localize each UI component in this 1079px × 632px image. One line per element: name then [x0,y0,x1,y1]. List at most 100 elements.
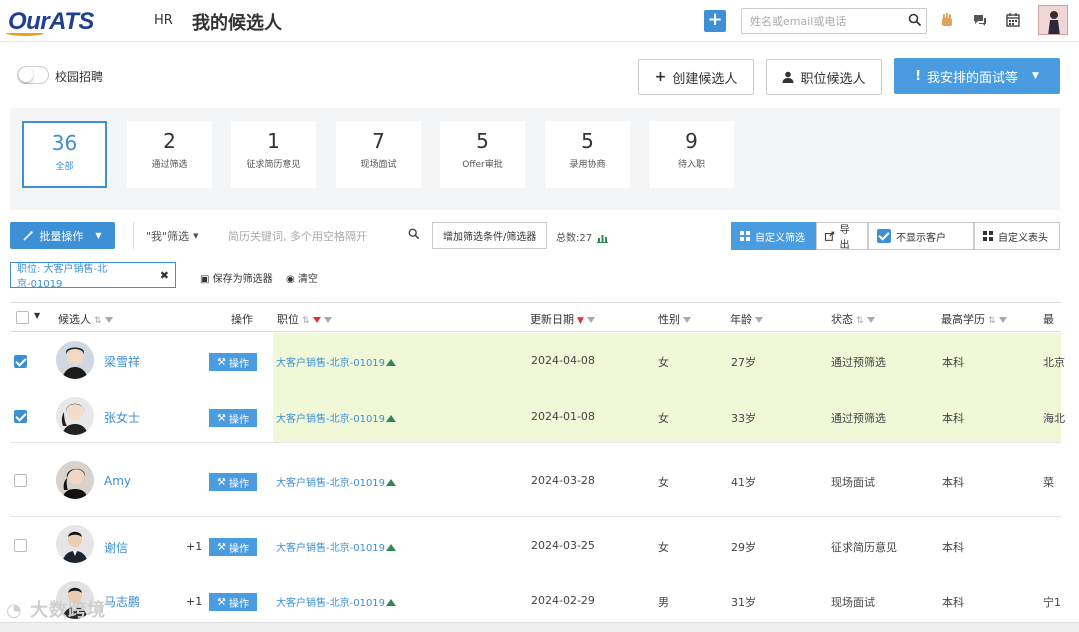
col-action: 操作 [231,313,253,326]
stat-card-negotiation[interactable]: 5 录用协商 [545,121,630,188]
col-last[interactable]: 最 [1043,311,1054,327]
custom-columns-button[interactable]: 自定义表头 [974,222,1060,250]
job-link[interactable]: 大客户销售-北京-01019 [276,410,397,425]
hide-client-checkbox[interactable] [877,229,891,243]
row-action-button[interactable]: ⚒ 操作 [209,593,257,611]
save-filter-link[interactable]: ▣ 保存为筛选器 [200,270,273,285]
job-link[interactable]: 大客户销售-北京-01019 [276,539,397,554]
plus-count[interactable]: +1 [186,540,202,553]
avatar[interactable] [56,461,94,499]
col-updated[interactable]: 更新日期 ▼ [530,311,595,327]
candidate-name[interactable]: 谢信 [104,539,128,556]
col-job[interactable]: 职位 ⇅ [277,311,332,327]
status: 通过预筛选 [831,412,886,425]
custom-filter-button[interactable]: 自定义筛选 [731,222,816,250]
my-interviews-button[interactable]: ! 我安排的面试等 ▼ [894,58,1060,94]
extra-field: 宁1 [1043,596,1061,609]
education: 本科 [942,412,964,425]
candidate-name[interactable]: Amy [104,474,131,488]
candidate-name[interactable]: 马志鹏 [104,593,140,610]
campus-label: 校园招聘 [55,70,104,84]
plus-icon: + [654,69,667,85]
clear-filter-link[interactable]: ◉ 清空 [286,270,318,285]
updated-date: 2024-02-29 [531,594,595,607]
job-candidates-button[interactable]: 职位候选人 [766,59,882,95]
stat-card-offer[interactable]: 5 Offer审批 [440,121,525,188]
stat-card-onboarding[interactable]: 9 待入职 [649,121,734,188]
extra-field: 海北 [1043,412,1065,425]
row-action-button[interactable]: ⚒ 操作 [209,409,257,427]
row-checkbox[interactable] [14,539,27,552]
gender: 女 [658,476,669,489]
updated-date: 2024-01-08 [531,410,595,423]
job-link[interactable]: 大客户销售-北京-01019 [276,594,397,609]
export-icon [825,231,835,241]
avatar[interactable] [56,397,94,435]
row-action-button[interactable]: ⚒ 操作 [209,538,257,556]
stat-card-resume-review[interactable]: 1 征求简历意见 [231,121,316,188]
education: 本科 [942,541,964,554]
job-link[interactable]: 大客户销售-北京-01019 [276,354,397,369]
row-checkbox[interactable] [14,355,27,368]
table-row[interactable]: 马志鹏 +1 ⚒ 操作 大客户销售-北京-01019 2024-02-29 男 3… [10,575,1061,621]
select-all-checkbox[interactable] [16,311,29,324]
mountain-icon [386,544,397,551]
calendar-icon[interactable] [1005,12,1021,28]
create-candidate-button[interactable]: + 创建候选人 [638,59,754,95]
col-status[interactable]: 状态 ⇅ [831,311,875,327]
table-row[interactable]: Amy ⚒ 操作 大客户销售-北京-01019 2024-03-28 女 41岁 … [10,443,1061,517]
row-checkbox[interactable] [14,474,27,487]
chat-icon[interactable] [972,12,988,28]
avatar[interactable] [56,341,94,379]
extra-field: 北京 [1043,356,1065,369]
hide-client-toggle[interactable]: 不显示客户 [868,222,974,250]
col-candidate[interactable]: 候选人 ⇅ [58,311,113,327]
job-link[interactable]: 大客户销售-北京-01019 [276,474,397,489]
table-row[interactable]: 张女士 ⚒ 操作 大客户销售-北京-01019 2024-01-08 女 33岁 … [10,389,1065,443]
table-row[interactable]: 谢信 +1 ⚒ 操作 大客户销售-北京-01019 2024-03-25 女 29… [10,517,1061,575]
export-button[interactable]: 导出 [816,222,868,251]
caret-down-icon: ▼ [95,231,102,240]
global-search[interactable] [741,8,927,34]
search-icon[interactable] [908,13,922,27]
exclamation-icon: ! [915,68,921,84]
bar-chart-icon[interactable] [597,234,609,243]
active-filter-chip[interactable]: 职位: 大客户销售-北京-01019 ✖ [10,262,176,290]
search-icon[interactable] [408,228,420,240]
table-row[interactable]: 梁雪祥 ⚒ 操作 大客户销售-北京-01019 2024-04-08 女 27岁 … [10,333,1065,389]
grid-icon [983,231,993,241]
col-gender[interactable]: 性别 [658,311,691,327]
add-condition-button[interactable]: 增加筛选条件/筛选器 [432,222,548,249]
taskbar [0,622,1079,632]
batch-actions-button[interactable]: 批量操作 ▼ [10,222,115,249]
plus-count[interactable]: +1 [186,595,202,608]
gender: 女 [658,412,669,425]
education: 本科 [942,356,964,369]
close-icon[interactable]: ✖ [160,269,169,282]
caret-down-icon[interactable]: ▼ [34,311,40,320]
wand-icon: ⚒ [217,412,226,424]
age: 41岁 [731,476,756,489]
add-button[interactable]: + [704,10,726,32]
row-action-button[interactable]: ⚒ 操作 [209,473,257,491]
col-education[interactable]: 最高学历 ⇅ [941,311,1007,327]
stat-card-all[interactable]: 36 全部 [22,121,107,188]
search-input[interactable] [742,9,902,33]
candidate-name[interactable]: 张女士 [104,409,140,426]
education: 本科 [942,596,964,609]
keyword-input[interactable]: 简历关键词, 多个用空格隔开 [220,222,430,249]
col-age[interactable]: 年龄 [730,311,763,327]
row-checkbox[interactable] [14,410,27,423]
stat-card-passed[interactable]: 2 通过筛选 [127,121,212,188]
stat-card-onsite[interactable]: 7 现场面试 [336,121,421,188]
campus-toggle[interactable] [17,66,49,84]
user-avatar[interactable] [1038,5,1068,35]
table-header: ▼ 候选人 ⇅ 操作 职位 ⇅ 更新日期 ▼ 性别 年龄 状态 ⇅ 最高学历 ⇅ 最 [10,302,1061,332]
module-label[interactable]: HR [154,13,173,28]
my-filter-dropdown[interactable]: "我"筛选 ▼ [133,222,211,249]
candidate-name[interactable]: 梁雪祥 [104,353,140,370]
hand-icon[interactable] [939,12,955,28]
avatar[interactable] [56,525,94,563]
row-action-button[interactable]: ⚒ 操作 [209,353,257,371]
age: 33岁 [731,412,756,425]
